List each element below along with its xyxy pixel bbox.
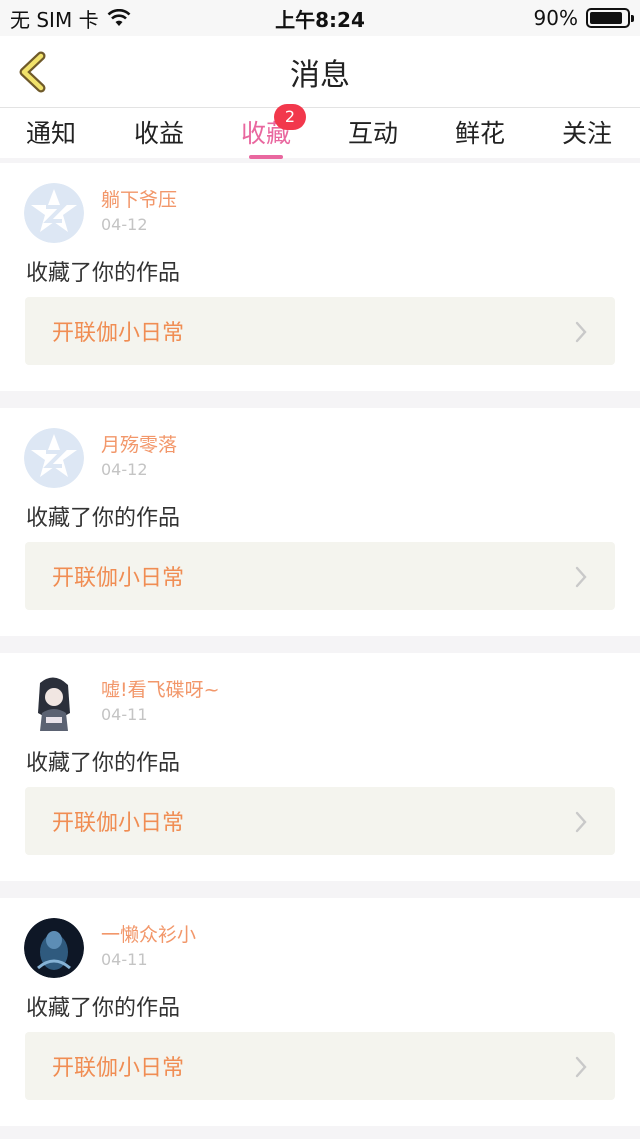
avatar[interactable] [24,428,84,488]
page-title: 消息 [290,57,350,93]
battery-fill [590,12,623,24]
list-item: 一懒众衫小 04-11 收藏了你的作品 开联伽小日常 [0,898,640,1126]
default-avatar-icon [24,183,84,243]
user-name[interactable]: 躺下爷压 [101,185,177,212]
battery-icon [586,8,634,28]
work-title: 开联伽小日常 [52,321,185,346]
tab-label: 鲜花 [454,119,505,148]
avatar[interactable] [24,673,84,733]
status-right: 90% [533,6,634,30]
tab-bar: 通知 收益 收藏 2 互动 鲜花 关注 [0,104,640,159]
tab-label: 关注 [561,119,612,148]
tab-label: 通知 [25,119,76,148]
list-item: 躺下爷压 04-12 收藏了你的作品 开联伽小日常 [0,163,640,391]
work-title: 开联伽小日常 [52,1056,185,1081]
tab-flowers[interactable]: 鲜花 [440,114,520,150]
tab-earnings[interactable]: 收益 [119,114,199,150]
back-chevron-icon[interactable] [14,50,54,94]
tab-label: 收益 [133,119,184,148]
date-label: 04-12 [101,460,148,479]
action-text: 收藏了你的作品 [26,996,181,1021]
chevron-right-icon [575,811,587,833]
tab-interaction[interactable]: 互动 [333,114,413,150]
tab-follow[interactable]: 关注 [547,114,627,150]
chevron-right-icon [575,321,587,343]
user-name[interactable]: 月殇零落 [101,430,177,457]
avatar[interactable] [24,918,84,978]
list-item: 嘘!看飞碟呀~ 04-11 收藏了你的作品 开联伽小日常 [0,653,640,881]
avatar[interactable] [24,183,84,243]
carrier-label: 无 SIM 卡 [10,7,99,32]
active-tab-indicator [249,155,283,159]
date-label: 04-11 [101,950,148,969]
battery-percent: 90% [533,6,578,30]
tab-favorites[interactable]: 收藏 2 [226,104,306,159]
user-name[interactable]: 嘘!看飞碟呀~ [101,675,220,702]
action-text: 收藏了你的作品 [26,506,181,531]
anime-avatar-icon [32,673,76,733]
action-text: 收藏了你的作品 [26,261,181,286]
photo-avatar-icon [24,918,84,978]
chevron-right-icon [575,1056,587,1078]
tab-label: 互动 [347,119,398,148]
date-label: 04-11 [101,705,148,724]
work-link[interactable]: 开联伽小日常 [25,1032,615,1100]
nav-bar: 消息 [0,36,640,108]
work-title: 开联伽小日常 [52,811,185,836]
tab-notify[interactable]: 通知 [11,114,91,150]
chevron-right-icon [575,566,587,588]
user-name[interactable]: 一懒众衫小 [101,920,196,947]
work-link[interactable]: 开联伽小日常 [25,297,615,365]
list-item: 月殇零落 04-12 收藏了你的作品 开联伽小日常 [0,408,640,636]
unread-badge: 2 [274,104,306,130]
wifi-icon [107,9,130,26]
date-label: 04-12 [101,215,148,234]
action-text: 收藏了你的作品 [26,751,181,776]
status-left: 无 SIM 卡 [10,4,131,33]
work-title: 开联伽小日常 [52,566,185,591]
status-bar: 无 SIM 卡 上午8:24 90% [0,0,640,36]
work-link[interactable]: 开联伽小日常 [25,787,615,855]
default-avatar-icon [24,428,84,488]
work-link[interactable]: 开联伽小日常 [25,542,615,610]
